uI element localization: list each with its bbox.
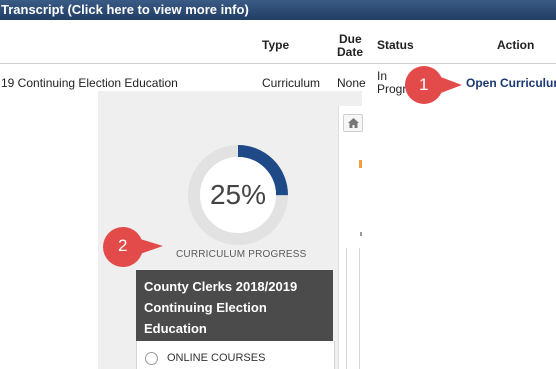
callout-2-number: 2 <box>118 236 128 255</box>
row-status-line1: In <box>377 69 388 83</box>
column-header-action: Action <box>497 38 535 52</box>
open-curriculum-link[interactable]: Open Curriculum <box>466 76 556 90</box>
gray-indicator <box>360 232 362 236</box>
curriculum-progress-label: CURRICULUM PROGRESS <box>176 249 307 260</box>
online-courses-label[interactable]: ONLINE COURSES <box>167 352 265 364</box>
online-courses-radio[interactable] <box>145 352 158 365</box>
orange-indicator <box>359 160 362 168</box>
header-divider <box>0 63 556 64</box>
row-due-date: None <box>337 76 366 90</box>
row-curriculum-title: 19 Continuing Election Education <box>1 76 178 90</box>
callout-1-badge <box>405 66 462 104</box>
home-icon <box>348 118 359 128</box>
transcript-title[interactable]: Transcript (Click here to view more info… <box>1 0 249 20</box>
curriculum-title: County Clerks 2018/2019 Continuing Elect… <box>144 279 298 336</box>
row-type: Curriculum <box>262 76 321 90</box>
column-header-due-line2: Date <box>337 45 364 59</box>
column-header-status: Status <box>377 38 414 52</box>
divider-line <box>346 248 347 369</box>
column-header-due-line1: Due <box>339 32 362 46</box>
transcript-header-bar[interactable]: Transcript (Click here to view more info… <box>0 0 556 20</box>
column-header-type: Type <box>262 38 290 52</box>
home-button[interactable] <box>343 114 363 132</box>
divider-line <box>359 248 360 369</box>
callout-1-number: 1 <box>419 75 429 94</box>
progress-percent: 25% <box>209 179 267 210</box>
callout-2-badge <box>103 227 163 267</box>
